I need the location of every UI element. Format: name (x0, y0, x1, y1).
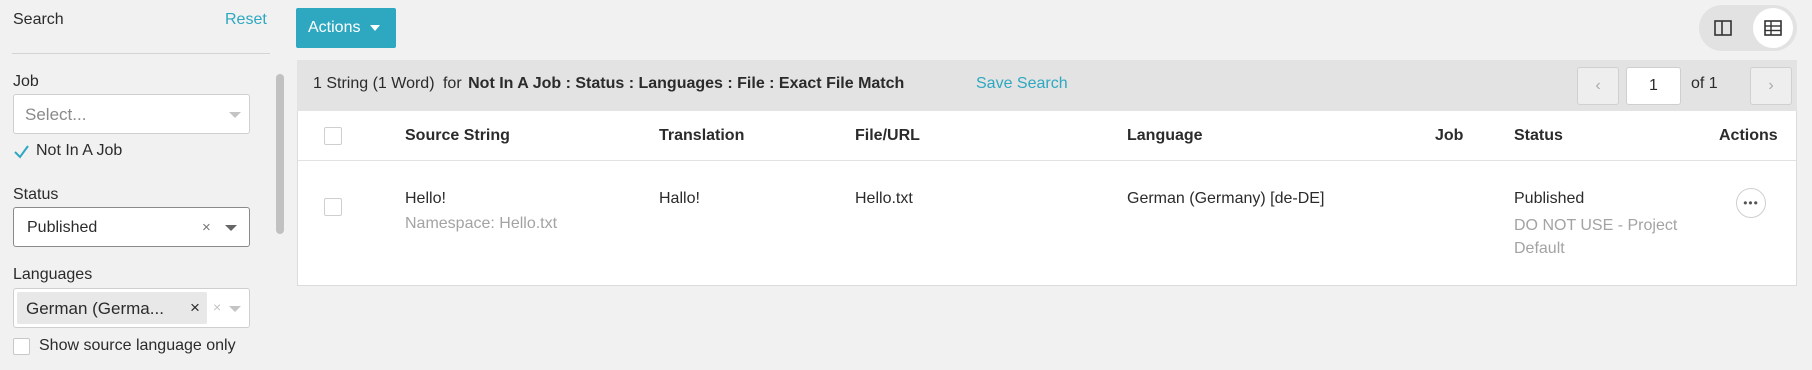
source-string-cell[interactable]: Hello! (405, 190, 446, 208)
column-header-actions: Actions (1719, 127, 1778, 144)
pager-next-button[interactable]: › (1750, 67, 1792, 105)
actions-button[interactable]: Actions (296, 8, 396, 48)
job-select-placeholder: Select... (25, 105, 87, 124)
page-number-input[interactable]: 1 (1626, 67, 1681, 105)
checkmark-icon[interactable] (13, 143, 30, 160)
not-in-job-label: Not In A Job (36, 142, 123, 159)
row-checkbox[interactable] (324, 198, 342, 216)
column-header-status[interactable]: Status (1514, 127, 1563, 145)
column-header-translation[interactable]: Translation (659, 127, 744, 145)
column-header-job[interactable]: Job (1435, 127, 1463, 145)
chevron-down-icon (229, 112, 241, 118)
status-cell: Published (1514, 190, 1585, 207)
status-select-value: Published (27, 219, 98, 236)
language-cell: German (Germany) [de-DE] (1127, 190, 1325, 207)
sidebar-title: Search (13, 11, 64, 28)
clear-icon[interactable]: × (202, 219, 211, 236)
sidebar-divider (12, 53, 270, 54)
scrollbar-thumb[interactable] (276, 74, 284, 234)
pager-prev-button[interactable]: ‹ (1577, 67, 1619, 105)
show-source-only-checkbox[interactable] (13, 337, 30, 355)
show-source-only-row[interactable]: Show source language only (13, 337, 236, 355)
chevron-down-icon[interactable] (225, 225, 237, 231)
page-total: of 1 (1691, 75, 1718, 92)
save-search-link[interactable]: Save Search (976, 75, 1068, 93)
results-summary: 1 String (1 Word) for Not In A Job : Sta… (313, 75, 904, 93)
column-header-language[interactable]: Language (1127, 127, 1203, 145)
split-view-icon (1714, 20, 1732, 36)
result-count: 1 String (1 Word) (313, 75, 435, 92)
chevron-left-icon: ‹ (1595, 77, 1601, 94)
file-cell: Hello.txt (855, 190, 913, 207)
namespace-text: Namespace: Hello.txt (405, 215, 558, 232)
actions-button-label: Actions (308, 19, 361, 36)
result-filters: Not In A Job : Status : Languages : File… (468, 75, 905, 92)
reset-link[interactable]: Reset (225, 11, 267, 29)
not-in-job-checkbox-row[interactable]: Not In A Job (13, 142, 122, 160)
view-toggle (1699, 5, 1797, 51)
app: Search Reset Job Select... Not In A Job … (0, 0, 1812, 370)
table-header: Source String Translation File/URL Langu… (298, 111, 1796, 161)
chevron-down-icon[interactable] (229, 306, 241, 312)
caret-down-icon (370, 25, 381, 31)
more-actions-button[interactable]: ••• (1736, 188, 1766, 218)
grid-view-icon (1764, 20, 1782, 36)
sidebar-scrollbar[interactable] (275, 72, 285, 370)
language-chip: German (Germa... × (17, 292, 207, 324)
job-label: Job (13, 73, 39, 90)
status-select[interactable]: Published × (13, 207, 250, 247)
languages-select[interactable]: German (Germa... × × (13, 288, 250, 328)
clear-icon[interactable]: × (213, 299, 221, 315)
chevron-right-icon: › (1768, 77, 1774, 94)
languages-label: Languages (13, 266, 93, 283)
strings-table: Source String Translation File/URL Langu… (297, 111, 1797, 286)
job-select[interactable]: Select... (13, 94, 250, 134)
show-source-only-label: Show source language only (39, 337, 236, 354)
status-sub-text: DO NOT USE - Project Default (1514, 217, 1678, 257)
column-header-source-string[interactable]: Source String (405, 127, 510, 145)
results-summary-bar: 1 String (1 Word) for Not In A Job : Sta… (297, 60, 1797, 111)
result-for: for (442, 75, 462, 92)
grid-view-button[interactable] (1753, 8, 1793, 48)
status-label: Status (13, 186, 59, 203)
translation-cell[interactable]: Hallo! (659, 190, 700, 208)
select-all-checkbox[interactable] (324, 127, 342, 145)
split-view-button[interactable] (1703, 8, 1743, 48)
language-chip-label: German (Germa... (26, 299, 164, 318)
chip-remove-icon[interactable]: × (190, 298, 200, 318)
search-sidebar: Search Reset Job Select... Not In A Job … (0, 0, 285, 370)
column-header-file-url[interactable]: File/URL (855, 127, 920, 145)
